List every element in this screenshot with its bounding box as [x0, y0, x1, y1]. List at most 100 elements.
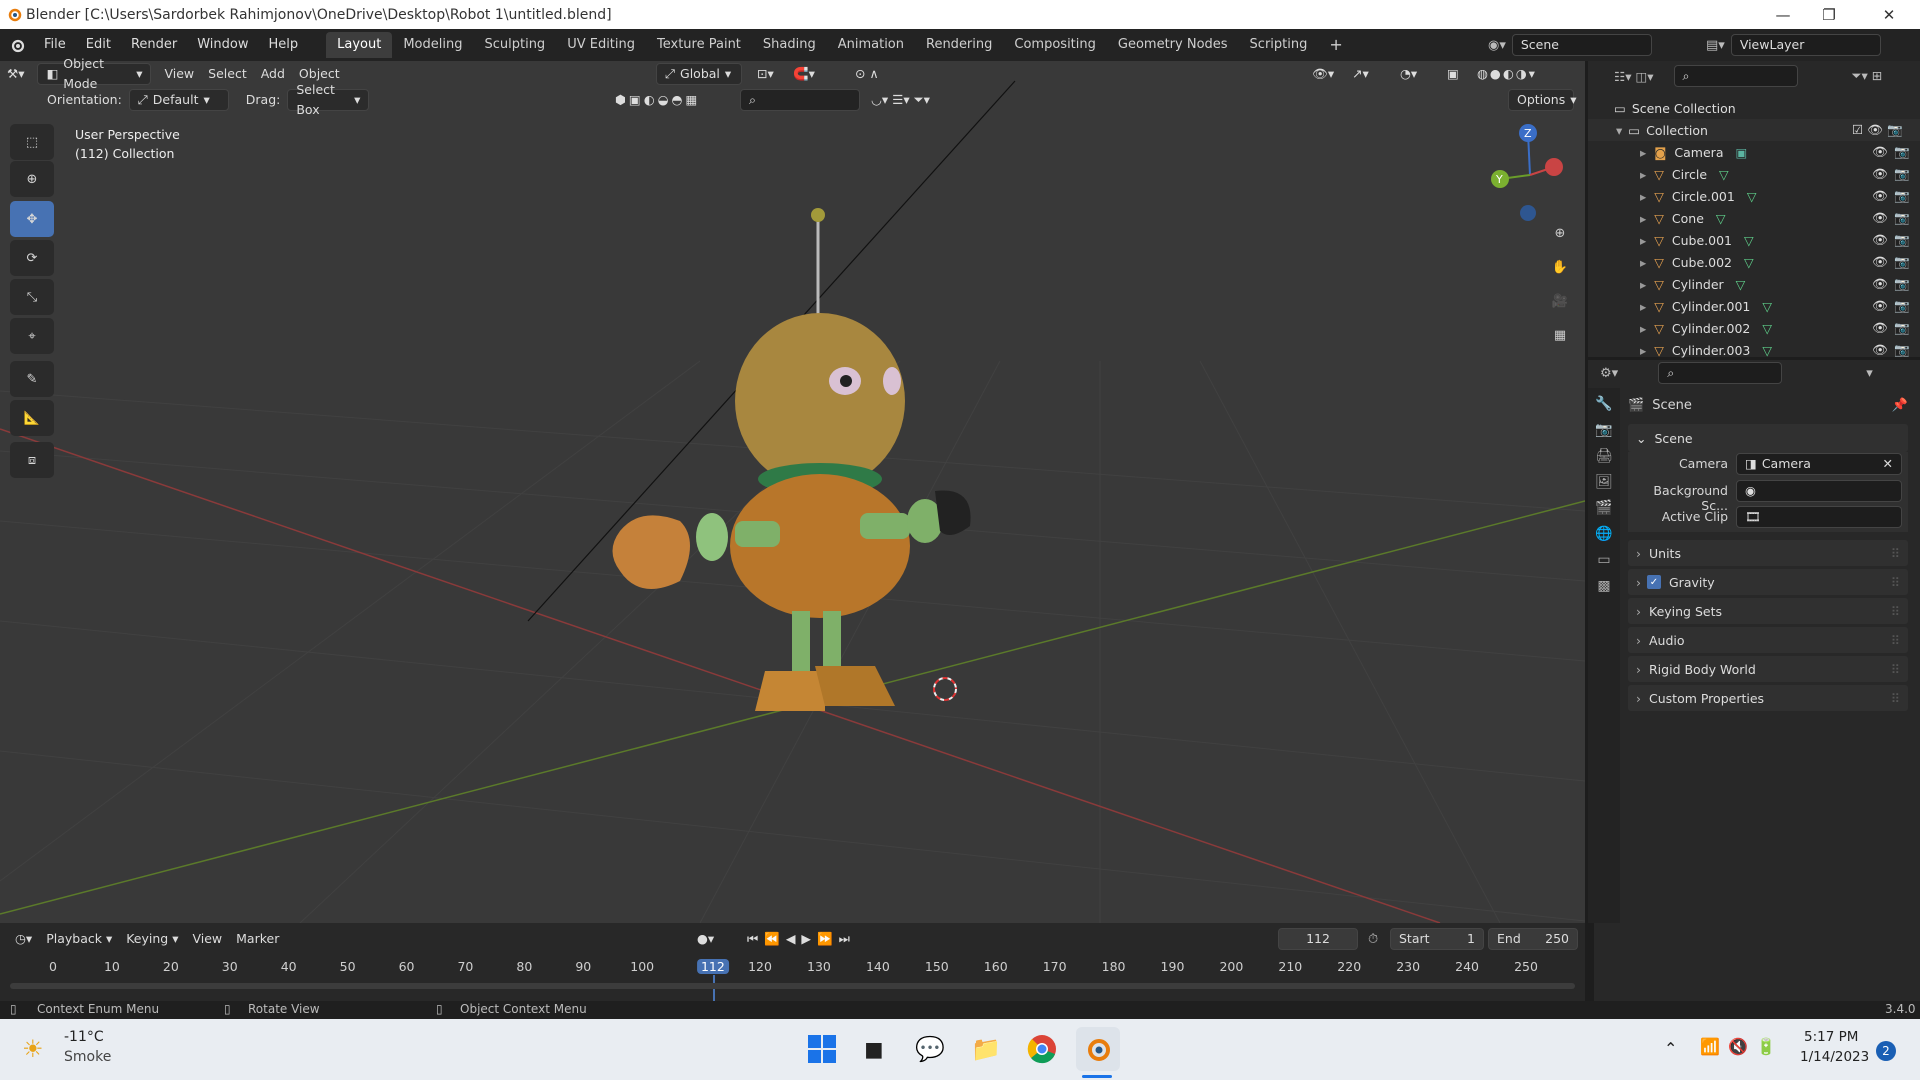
subpanel-audio[interactable]: › Audio ⠿ — [1628, 627, 1908, 653]
add-cube-tool-icon[interactable]: ⧈ — [10, 442, 54, 478]
timeline-editor-icon[interactable]: ◷▾ — [8, 928, 39, 950]
tab-animation[interactable]: Animation — [827, 32, 915, 58]
add-workspace-button[interactable]: + — [1318, 32, 1353, 58]
outliner-item[interactable]: ▸ ▽ Cylinder ▽ 👁 📷 — [1588, 273, 1920, 295]
drag-handle-icon[interactable]: ⠿ — [1891, 662, 1900, 677]
scene-collection-label[interactable]: Scene Collection — [1632, 101, 1736, 116]
timeline-menu-view[interactable]: View — [185, 928, 229, 950]
viewport-menu-add[interactable]: Add — [254, 63, 292, 85]
options-dropdown[interactable]: Options ▾ — [1508, 89, 1577, 111]
timeline-menu-playback[interactable]: Playback ▾ — [39, 928, 119, 950]
render-camera-icon[interactable]: 📷 — [1894, 254, 1910, 270]
scene-panel-chevron-icon[interactable]: ⌄ — [1636, 431, 1646, 446]
viewport-search-input[interactable]: ⌕ — [740, 89, 860, 111]
expand-icon[interactable]: ▸ — [1640, 211, 1646, 226]
restore-icon[interactable]: ❐ — [1806, 0, 1852, 29]
properties-editor-icon[interactable]: ⚙▾ — [1600, 366, 1618, 381]
render-camera-icon[interactable]: 📷 — [1894, 210, 1910, 226]
overlay-toggle-icon[interactable]: ◔▾ — [1393, 63, 1424, 85]
weather-label[interactable]: Smoke — [64, 1049, 111, 1065]
scene-name-field[interactable]: Scene — [1511, 34, 1652, 56]
visibility-icon[interactable]: 👁▾ — [1305, 63, 1341, 85]
measure-tool-icon[interactable]: 📐 — [10, 400, 54, 436]
orientation-dropdown[interactable]: ⤢ Default ▾ — [128, 89, 229, 111]
chat-icon[interactable]: 💬 — [908, 1027, 952, 1071]
transform-tool-icon[interactable]: ⌖ — [10, 318, 54, 354]
view-layer-props-icon[interactable]: 🖼 — [1595, 474, 1613, 490]
record-icon[interactable]: ●▾ — [690, 928, 721, 950]
mode-dropdown[interactable]: ◧ Object Mode ▾ — [37, 56, 152, 91]
clear-camera-icon[interactable]: ✕ — [1883, 454, 1893, 474]
wifi-icon[interactable]: 📶 — [1700, 1037, 1720, 1056]
tab-modeling[interactable]: Modeling — [392, 32, 473, 58]
active-clip-field[interactable]: 🎞 — [1736, 506, 1902, 528]
3d-viewport[interactable]: User Perspective (112) Collection Z Y ⊕ … — [0, 61, 1585, 923]
drag-dropdown[interactable]: Select Box ▾ — [287, 82, 370, 117]
camera-view-icon[interactable]: 🎥 — [1545, 286, 1575, 316]
task-view-icon[interactable]: ◼ — [852, 1027, 896, 1071]
file-explorer-icon[interactable]: 📁 — [964, 1027, 1008, 1071]
clock-time[interactable]: 5:17 PM — [1804, 1029, 1858, 1045]
eye-icon[interactable]: 👁 — [1872, 298, 1888, 314]
outliner-item[interactable]: ▸ ▽ Cylinder.003 ▽ 👁 📷 — [1588, 339, 1920, 361]
outliner-item[interactable]: ▸ ▽ Cylinder.001 ▽ 👁 📷 — [1588, 295, 1920, 317]
render-camera-icon[interactable]: 📷 — [1894, 232, 1910, 248]
collection-label[interactable]: Collection — [1646, 123, 1708, 138]
pan-hand-icon[interactable]: ✋ — [1545, 252, 1575, 282]
outliner-display-icon[interactable]: ☷▾ ◫▾ — [1614, 69, 1654, 84]
blender-taskbar-icon[interactable] — [1076, 1027, 1120, 1071]
zoom-icon[interactable]: ⊕ — [1545, 218, 1575, 248]
camera-field[interactable]: ◨ Camera ✕ — [1736, 453, 1902, 475]
end-frame-field[interactable]: End 250 — [1488, 928, 1578, 950]
cursor-tool-icon[interactable]: ⊕ — [10, 161, 54, 197]
clock-date[interactable]: 1/14/2023 — [1800, 1049, 1869, 1065]
outliner-search-input[interactable]: ⌕ — [1673, 65, 1798, 87]
navigation-gizmo[interactable]: Z Y — [1480, 121, 1580, 221]
filter-icons[interactable]: ◡▾ ☰▾ ⏷▾ — [864, 89, 937, 111]
scene-panel-title[interactable]: Scene — [1654, 431, 1692, 446]
render-camera-icon[interactable]: 📷 — [1894, 188, 1910, 204]
annotate-tool-icon[interactable]: ✎ — [10, 361, 54, 397]
weather-icon[interactable]: ☀ — [22, 1035, 44, 1063]
tab-scripting[interactable]: Scripting — [1239, 32, 1319, 58]
subpanel-custom-properties[interactable]: › Custom Properties ⠿ — [1628, 685, 1908, 711]
blender-menu-icon[interactable] — [0, 37, 34, 53]
scale-tool-icon[interactable]: ⤡ — [10, 279, 54, 315]
tab-geometry-nodes[interactable]: Geometry Nodes — [1107, 32, 1239, 58]
tab-sculpting[interactable]: Sculpting — [473, 32, 556, 58]
tool-props-icon[interactable]: 🔧 — [1595, 396, 1612, 412]
subpanel-units[interactable]: › Units ⠿ — [1628, 540, 1908, 566]
eye-icon[interactable]: 👁 — [1872, 254, 1888, 270]
expand-icon[interactable]: ▸ — [1640, 277, 1646, 292]
properties-search-input[interactable]: ⌕ — [1658, 362, 1783, 384]
scene-selector-icon[interactable]: ◉▾ — [1488, 38, 1506, 53]
timeline-ruler[interactable]: 0 10 20 30 40 50 60 70 80 90 100 112 120 130 140 150 160… — [0, 959, 1585, 1001]
tab-layout[interactable]: Layout — [326, 32, 393, 58]
expand-icon[interactable]: ▸ — [1640, 167, 1646, 182]
render-camera-icon[interactable]: 📷 — [1894, 166, 1910, 182]
tab-texture-paint[interactable]: Texture Paint — [646, 32, 752, 58]
snap-icon[interactable]: 🧲▾ — [786, 63, 822, 85]
tab-shading[interactable]: Shading — [752, 32, 827, 58]
proportional-edit-icon[interactable]: ⊙ ∧ — [848, 63, 886, 85]
temperature[interactable]: -11°C — [64, 1029, 104, 1045]
pivot-icon[interactable]: ⊡▾ — [750, 63, 781, 85]
expand-icon[interactable]: ▸ — [1640, 343, 1646, 358]
world-props-icon[interactable]: 🌐 — [1595, 526, 1612, 542]
viewport-menu-select[interactable]: Select — [201, 63, 254, 85]
drag-handle-icon[interactable]: ⠿ — [1891, 691, 1900, 706]
pin-icon[interactable]: 📌 — [1892, 398, 1908, 413]
texture-props-icon[interactable]: ▩ — [1597, 578, 1610, 594]
editor-type-icon[interactable]: ⚒▾ — [0, 63, 31, 85]
outliner-item[interactable]: ▸ ▽ Cone ▽ 👁 📷 — [1588, 207, 1920, 229]
stopwatch-icon[interactable]: ⏱ — [1368, 932, 1378, 947]
gizmo-toggle-icon[interactable]: ↗▾ — [1345, 63, 1376, 85]
outliner-item[interactable]: ▸ ▽ Circle ▽ 👁 📷 — [1588, 163, 1920, 185]
output-props-icon[interactable]: 🖨 — [1595, 448, 1613, 464]
eye-icon[interactable]: 👁 — [1872, 232, 1888, 248]
collection-props-icon[interactable]: ▭ — [1597, 552, 1610, 568]
render-camera-icon[interactable]: 📷 — [1894, 298, 1910, 314]
eye-icon[interactable]: 👁 — [1872, 276, 1888, 292]
expand-icon[interactable]: ▸ — [1640, 299, 1646, 314]
viewport-menu-view[interactable]: View — [157, 63, 201, 85]
